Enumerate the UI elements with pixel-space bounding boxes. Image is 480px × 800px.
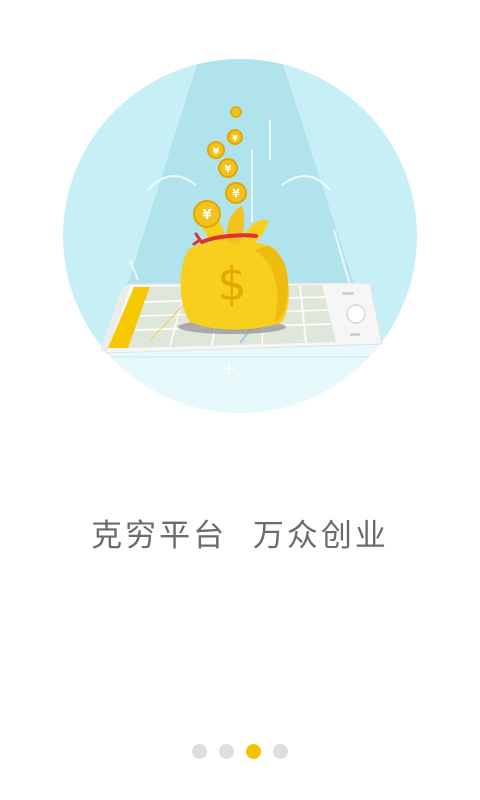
page-indicator xyxy=(0,742,480,760)
page-dot-4[interactable] xyxy=(273,743,288,759)
svg-text:¥: ¥ xyxy=(232,134,238,143)
svg-text:¥: ¥ xyxy=(225,164,232,175)
dollar-icon: $ xyxy=(217,257,246,311)
page-dot-2[interactable] xyxy=(219,743,234,759)
coin-icon: ¥ xyxy=(227,129,243,145)
svg-text:¥: ¥ xyxy=(232,187,240,200)
onboarding-screen: $ ¥ ¥ ¥ ¥ ¥ 克穷平台 万众创业 xyxy=(0,0,480,800)
svg-text:¥: ¥ xyxy=(213,147,220,157)
coin-icon: ¥ xyxy=(193,200,221,228)
svg-text:¥: ¥ xyxy=(202,208,211,223)
coin-icon: ¥ xyxy=(207,141,225,159)
page-dot-3-active[interactable] xyxy=(246,743,261,759)
coin-icon xyxy=(230,106,242,118)
onboarding-slogan: 克穷平台 万众创业 xyxy=(91,518,389,554)
money-bag-illustration: $ ¥ ¥ ¥ ¥ ¥ xyxy=(63,59,417,413)
page-dot-1[interactable] xyxy=(192,743,207,759)
coin-icon: ¥ xyxy=(218,158,238,178)
coin-icon: ¥ xyxy=(225,182,247,204)
phone-home-button xyxy=(346,304,366,324)
